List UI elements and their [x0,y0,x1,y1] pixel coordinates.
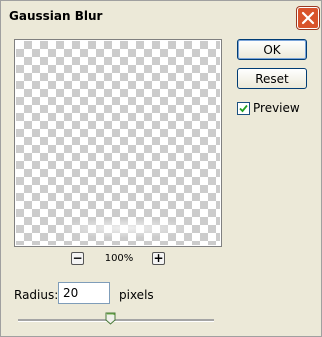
preview-area[interactable] [14,39,222,247]
minus-icon: − [72,251,83,265]
radius-units: pixels [119,288,154,302]
preview-checkbox[interactable] [237,102,250,115]
zoom-in-button[interactable]: + [152,251,165,265]
radius-slider-track[interactable] [18,319,214,322]
reset-button[interactable]: Reset [237,68,307,89]
title-bar[interactable]: Gaussian Blur [1,1,321,31]
close-icon [301,11,315,25]
radius-label: Radius: [14,288,59,302]
dialog-title: Gaussian Blur [9,9,103,23]
ok-button[interactable]: OK [237,39,307,60]
radius-input[interactable] [58,282,110,304]
gaussian-blur-dialog: Gaussian Blur − 100% + OK Reset Preview … [0,0,322,337]
blurred-preview-content [55,218,195,238]
transparency-checkerboard [16,41,220,245]
zoom-out-button[interactable]: − [71,251,84,265]
checkmark-icon [239,104,248,113]
preview-label[interactable]: Preview [253,101,300,115]
close-button[interactable] [297,7,319,29]
zoom-level: 100% [104,253,134,264]
plus-icon: + [153,251,164,265]
slider-thumb-icon[interactable] [105,312,116,325]
